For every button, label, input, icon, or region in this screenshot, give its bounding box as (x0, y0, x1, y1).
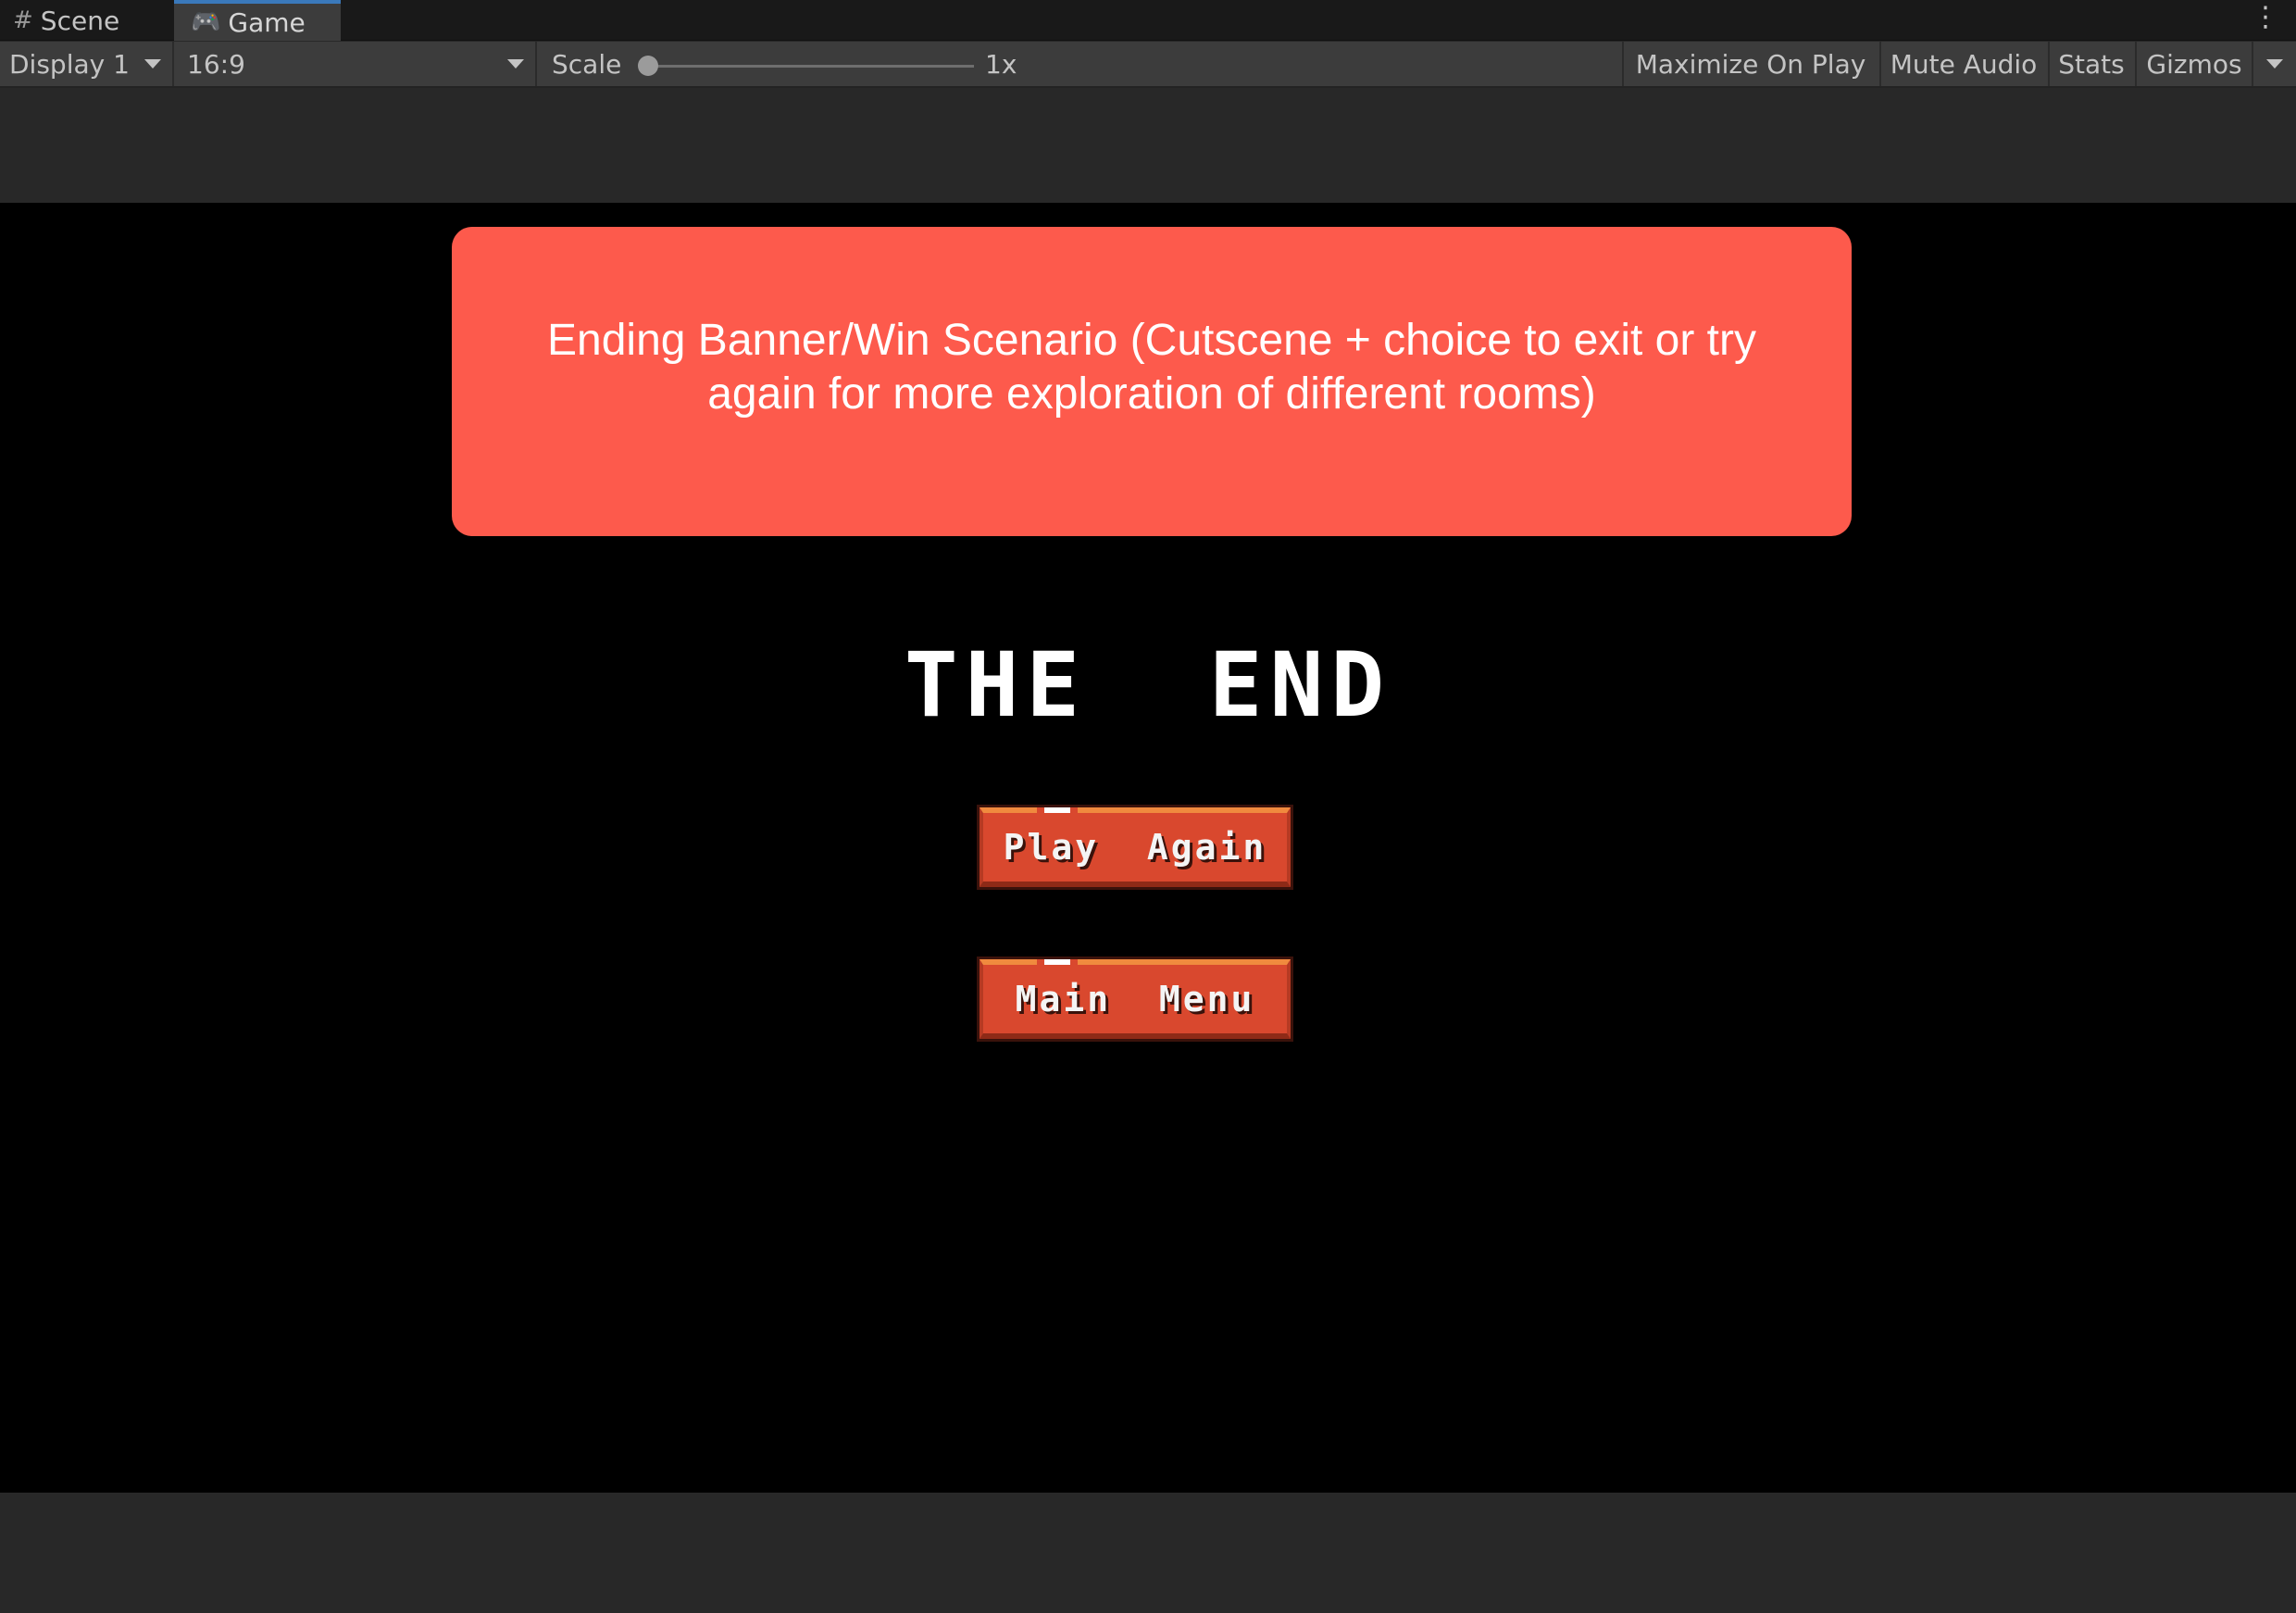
tab-scene-label: Scene (40, 5, 120, 36)
main-menu-label: Main Menu (1015, 979, 1255, 1019)
scale-value: 1x (985, 48, 1017, 80)
chevron-down-icon (144, 59, 161, 69)
mute-audio-toggle[interactable]: Mute Audio (1879, 42, 2046, 86)
scene-grid-icon: # (13, 6, 33, 34)
aspect-ratio-label: 16:9 (187, 48, 245, 80)
gizmos-dropdown[interactable] (2252, 42, 2296, 86)
button-notch (1037, 959, 1078, 965)
chevron-down-icon (2266, 59, 2283, 69)
button-notch (1037, 807, 1078, 813)
play-again-button[interactable]: Play Again (980, 807, 1291, 887)
letterbox-bottom (0, 1493, 2296, 1613)
gamepad-icon: 🎮 (191, 8, 221, 36)
game-view-toolbar: Display 1 16:9 Scale 1x Maximize On Play… (0, 42, 2296, 88)
chevron-down-icon (507, 59, 524, 69)
tab-scene[interactable]: # Scene (13, 0, 170, 41)
tab-game[interactable]: 🎮 Game (174, 0, 341, 41)
display-dropdown-label: Display 1 (9, 48, 130, 80)
scale-slider-thumb[interactable] (638, 56, 658, 76)
maximize-on-play-toggle[interactable]: Maximize On Play (1622, 42, 1878, 86)
ending-banner-text: Ending Banner/Win Scenario (Cutscene + c… (547, 316, 1756, 419)
gizmos-toggle[interactable]: Gizmos (2135, 42, 2252, 86)
letterbox-top (0, 90, 2296, 203)
editor-tab-bar: # Scene 🎮 Game ⋮ (0, 0, 2296, 41)
main-menu-button[interactable]: Main Menu (980, 959, 1291, 1039)
more-options-icon[interactable]: ⋮ (2252, 4, 2279, 31)
ending-banner: Ending Banner/Win Scenario (Cutscene + c… (452, 227, 1852, 536)
aspect-ratio-dropdown[interactable]: 16:9 (176, 42, 537, 86)
scale-slider-track[interactable] (641, 65, 974, 68)
play-again-label: Play Again (1003, 827, 1267, 868)
display-dropdown[interactable]: Display 1 (0, 42, 174, 86)
stats-toggle[interactable]: Stats (2048, 42, 2133, 86)
tab-game-label: Game (228, 6, 306, 38)
scale-label: Scale (552, 48, 622, 80)
the-end-title: THE END (904, 633, 1392, 737)
